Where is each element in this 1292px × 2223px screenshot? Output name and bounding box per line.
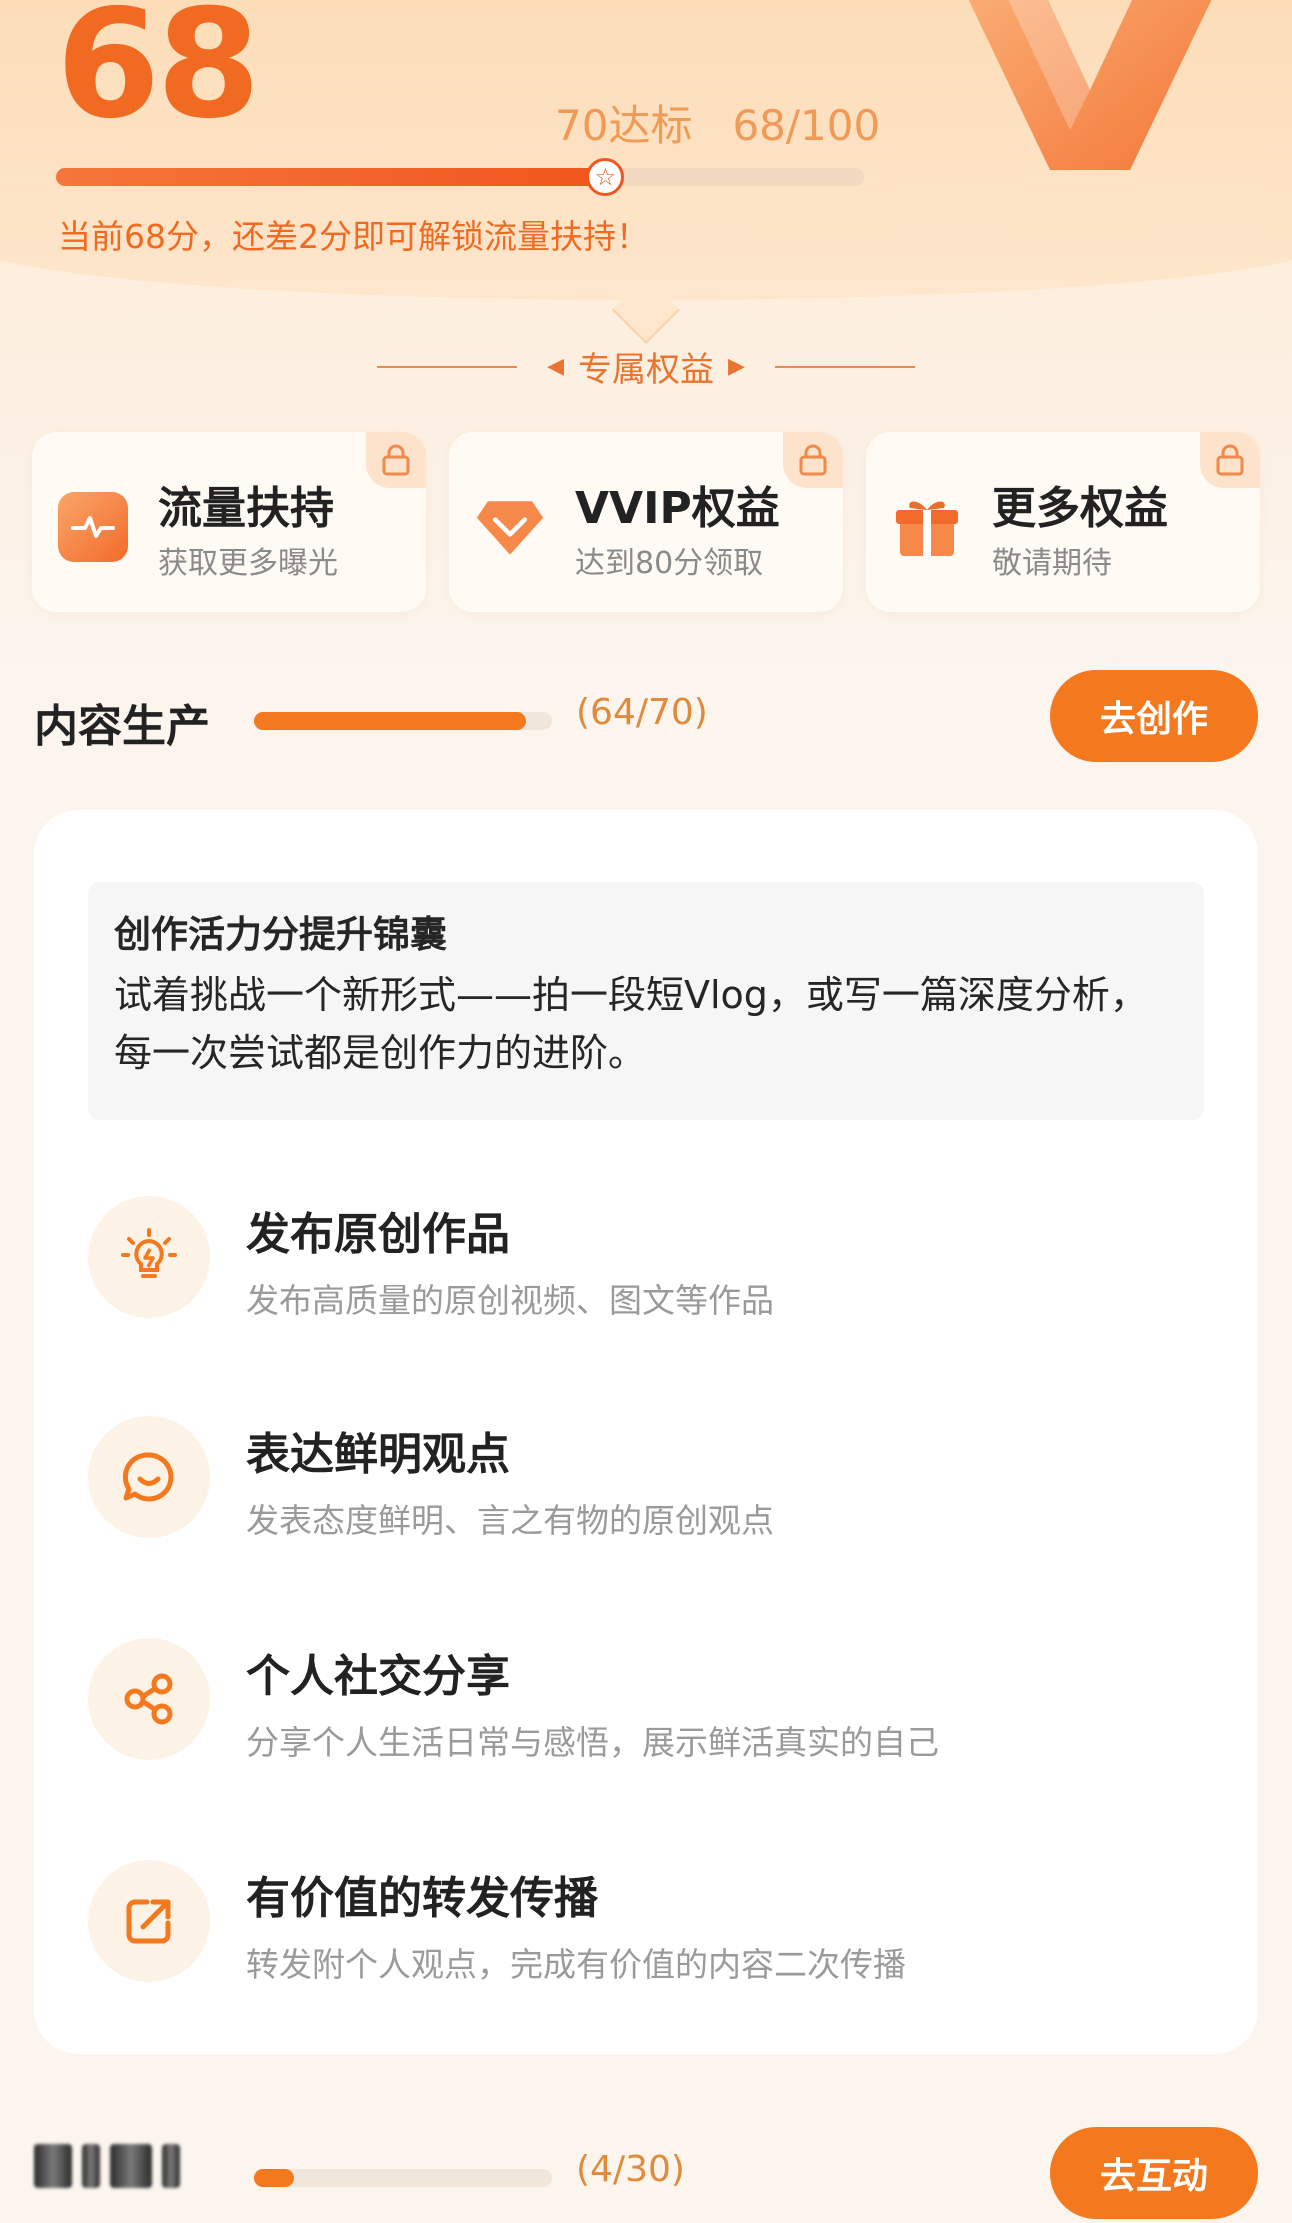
- arrow-right-icon: ▶: [728, 354, 745, 379]
- gift-icon: [892, 492, 962, 562]
- create-button[interactable]: 去创作: [1050, 670, 1258, 762]
- task-subtitle: 分享个人生活日常与感悟，展示鲜活真实的自己: [246, 1723, 939, 1762]
- score-progress-bar: ☆: [56, 158, 864, 196]
- title-divider-right: [774, 365, 915, 368]
- content-production-progress-fill: [254, 712, 527, 730]
- score-tip: 当前68分，还差2分即可解锁流量扶持！: [58, 217, 649, 256]
- perk-title: 流量扶持: [158, 483, 334, 534]
- task-item-forward[interactable]: 有价值的转发传播 转发附个人观点，完成有价值的内容二次传播: [88, 1860, 1204, 1990]
- task-item-social[interactable]: 个人社交分享 分享个人生活日常与感悟，展示鲜活真实的自己: [88, 1638, 1204, 1768]
- interaction-progress: [254, 2169, 552, 2187]
- lightbulb-icon: [88, 1196, 210, 1318]
- target-info: 70达标 68/100: [555, 92, 880, 153]
- content-production-row: 内容生产 (64/70) 去创作: [0, 670, 1292, 770]
- target-label: 70达标: [555, 101, 693, 150]
- lock-icon: [366, 432, 426, 488]
- score-progress-fill: [56, 168, 606, 186]
- lock-icon: [1200, 432, 1260, 488]
- forward-icon: [88, 1860, 210, 1982]
- tips-box: 创作活力分提升锦囊 试着挑战一个新形式——拍一段短Vlog，或写一篇深度分析，每…: [88, 882, 1204, 1120]
- task-card: 创作活力分提升锦囊 试着挑战一个新形式——拍一段短Vlog，或写一篇深度分析，每…: [34, 810, 1258, 2054]
- perk-title: 更多权益: [992, 483, 1168, 534]
- content-production-label: 内容生产: [34, 701, 210, 752]
- pulse-icon: [58, 492, 128, 562]
- arrow-left-icon: ◀: [547, 354, 564, 379]
- task-item-opinion[interactable]: 表达鲜明观点 发表态度鲜明、言之有物的原创观点: [88, 1416, 1204, 1546]
- interaction-count: (4/30): [576, 2149, 685, 2190]
- tips-body: 试着挑战一个新形式——拍一段短Vlog，或写一篇深度分析，每一次尝试都是创作力的…: [114, 973, 1148, 1075]
- interaction-row: (4/30) 去互动: [0, 2127, 1292, 2223]
- content-production-count: (64/70): [576, 692, 708, 733]
- task-title: 有价值的转发传播: [246, 1873, 598, 1924]
- share-icon: [88, 1638, 210, 1760]
- perk-subtitle: 敬请期待: [992, 546, 1112, 581]
- task-title: 个人社交分享: [246, 1651, 510, 1702]
- score-progress-label: 68/100: [732, 101, 881, 150]
- tips-title: 创作活力分提升锦囊: [114, 913, 447, 956]
- v-logo-icon: [968, 0, 1212, 170]
- diamond-icon: [475, 492, 545, 562]
- perk-card-traffic[interactable]: 流量扶持 获取更多曝光: [32, 432, 426, 612]
- title-divider-left: [377, 365, 518, 368]
- chat-smile-icon: [88, 1416, 210, 1538]
- perk-subtitle: 获取更多曝光: [158, 546, 338, 581]
- perks-title-text: 专属权益: [578, 350, 714, 390]
- interaction-label-blurred: [34, 2141, 214, 2191]
- task-subtitle: 发表态度鲜明、言之有物的原创观点: [246, 1501, 774, 1540]
- interaction-progress-fill: [254, 2169, 294, 2187]
- content-production-progress: [254, 712, 552, 730]
- score-value: 68: [56, 0, 261, 152]
- task-title: 发布原创作品: [246, 1209, 510, 1260]
- perk-card-more[interactable]: 更多权益 敬请期待: [866, 432, 1260, 612]
- task-item-original[interactable]: 发布原创作品 发布高质量的原创视频、图文等作品: [88, 1196, 1204, 1326]
- perk-title: VVIP权益: [575, 483, 780, 534]
- task-title: 表达鲜明观点: [246, 1429, 510, 1480]
- perks-section-title: ◀ 专属权益 ▶: [0, 342, 1292, 391]
- interact-button[interactable]: 去互动: [1050, 2127, 1258, 2219]
- perk-subtitle: 达到80分领取: [575, 546, 764, 581]
- task-subtitle: 发布高质量的原创视频、图文等作品: [246, 1281, 774, 1320]
- task-subtitle: 转发附个人观点，完成有价值的内容二次传播: [246, 1945, 906, 1984]
- lock-icon: [783, 432, 843, 488]
- perk-card-vvip[interactable]: VVIP权益 达到80分领取: [449, 432, 843, 612]
